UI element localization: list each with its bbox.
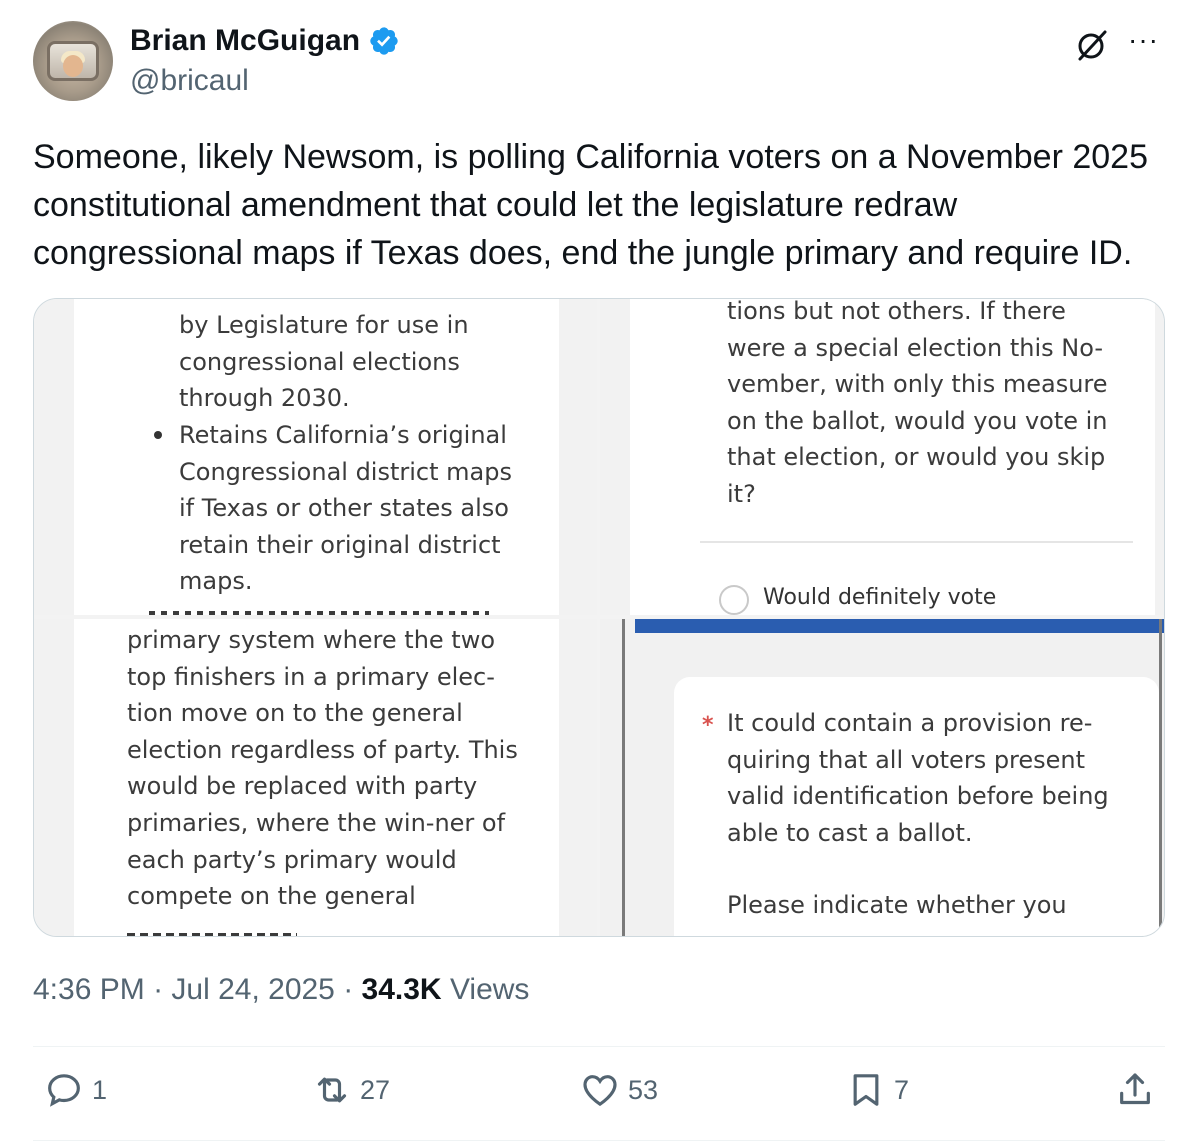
verified-badge-icon (370, 27, 398, 55)
bottom-divider (33, 1140, 1165, 1141)
required-marker: * (702, 713, 714, 738)
radio-button[interactable] (719, 585, 749, 615)
pane4-prompt: Please indicate whether you (727, 891, 1067, 919)
bookmark-count: 7 (894, 1074, 910, 1105)
radio-option-label: Would definitely vote (763, 585, 997, 610)
more-icon[interactable]: ··· (1128, 26, 1164, 58)
media-pane-2[interactable]: tions but not others. If there were a sp… (600, 299, 1164, 615)
pane4-text: It could contain a provision re-quiring … (727, 709, 1109, 847)
repost-icon (317, 1077, 347, 1103)
reply-count: 1 (92, 1074, 108, 1105)
meta-separator: · (343, 973, 362, 1006)
like-button[interactable]: 53 (580, 1070, 658, 1110)
share-button[interactable] (1115, 1070, 1155, 1110)
tweet-date[interactable]: Jul 24, 2025 (171, 973, 334, 1006)
bookmark-button[interactable]: 7 (846, 1070, 909, 1110)
pane1-text-b: Retains California’s original Congressio… (179, 421, 512, 596)
frame-rule-left (622, 619, 625, 936)
action-bar: 1 27 53 7 (0, 1070, 1196, 1120)
frame-rule-right (1159, 619, 1162, 936)
bookmark-icon (853, 1074, 879, 1106)
views-label: Views (449, 973, 530, 1006)
avatar-face (63, 55, 83, 77)
tweet-meta: 4:36 PM · Jul 24, 2025 · 34.3K Views (33, 973, 529, 1007)
author-name[interactable]: Brian McGuigan (130, 24, 360, 58)
tweet-time[interactable]: 4:36 PM (33, 973, 145, 1006)
heart-icon (583, 1075, 617, 1107)
grok-icon[interactable] (1075, 28, 1109, 62)
clipped-text-bottom (149, 606, 489, 615)
media-image-grid[interactable]: g p by Legislature for use in congressio… (33, 298, 1165, 937)
survey-header-bar (635, 619, 1164, 633)
author-handle[interactable]: @bricaul (130, 64, 249, 98)
meta-separator: · (153, 973, 172, 1006)
media-pane-3[interactable]: primary system where the two top finishe… (34, 619, 597, 936)
repost-button[interactable]: 27 (312, 1070, 390, 1110)
repost-count: 27 (360, 1074, 391, 1105)
tweet-text: Someone, likely Newsom, is polling Calif… (33, 138, 1148, 272)
divider (33, 1046, 1165, 1047)
like-count: 53 (628, 1074, 659, 1105)
media-pane-1[interactable]: g p by Legislature for use in congressio… (34, 299, 597, 615)
reply-icon (48, 1074, 80, 1107)
divider-line (700, 541, 1133, 543)
views-count: 34.3K (361, 973, 442, 1006)
media-pane-4[interactable]: * It could contain a provision re-quirin… (600, 619, 1164, 936)
clipped-text-bottom (127, 928, 307, 936)
share-icon (1120, 1073, 1150, 1105)
avatar[interactable] (33, 21, 113, 101)
pane1-text-a: by Legislature for use in congressional … (179, 311, 469, 413)
pane2-text: tions but not others. If there were a sp… (727, 299, 1108, 508)
reply-button[interactable]: 1 (44, 1070, 107, 1110)
bullet-dot (154, 431, 162, 439)
pane3-text: primary system where the two top finishe… (127, 626, 518, 911)
author-name-row[interactable]: Brian McGuigan (130, 24, 400, 58)
